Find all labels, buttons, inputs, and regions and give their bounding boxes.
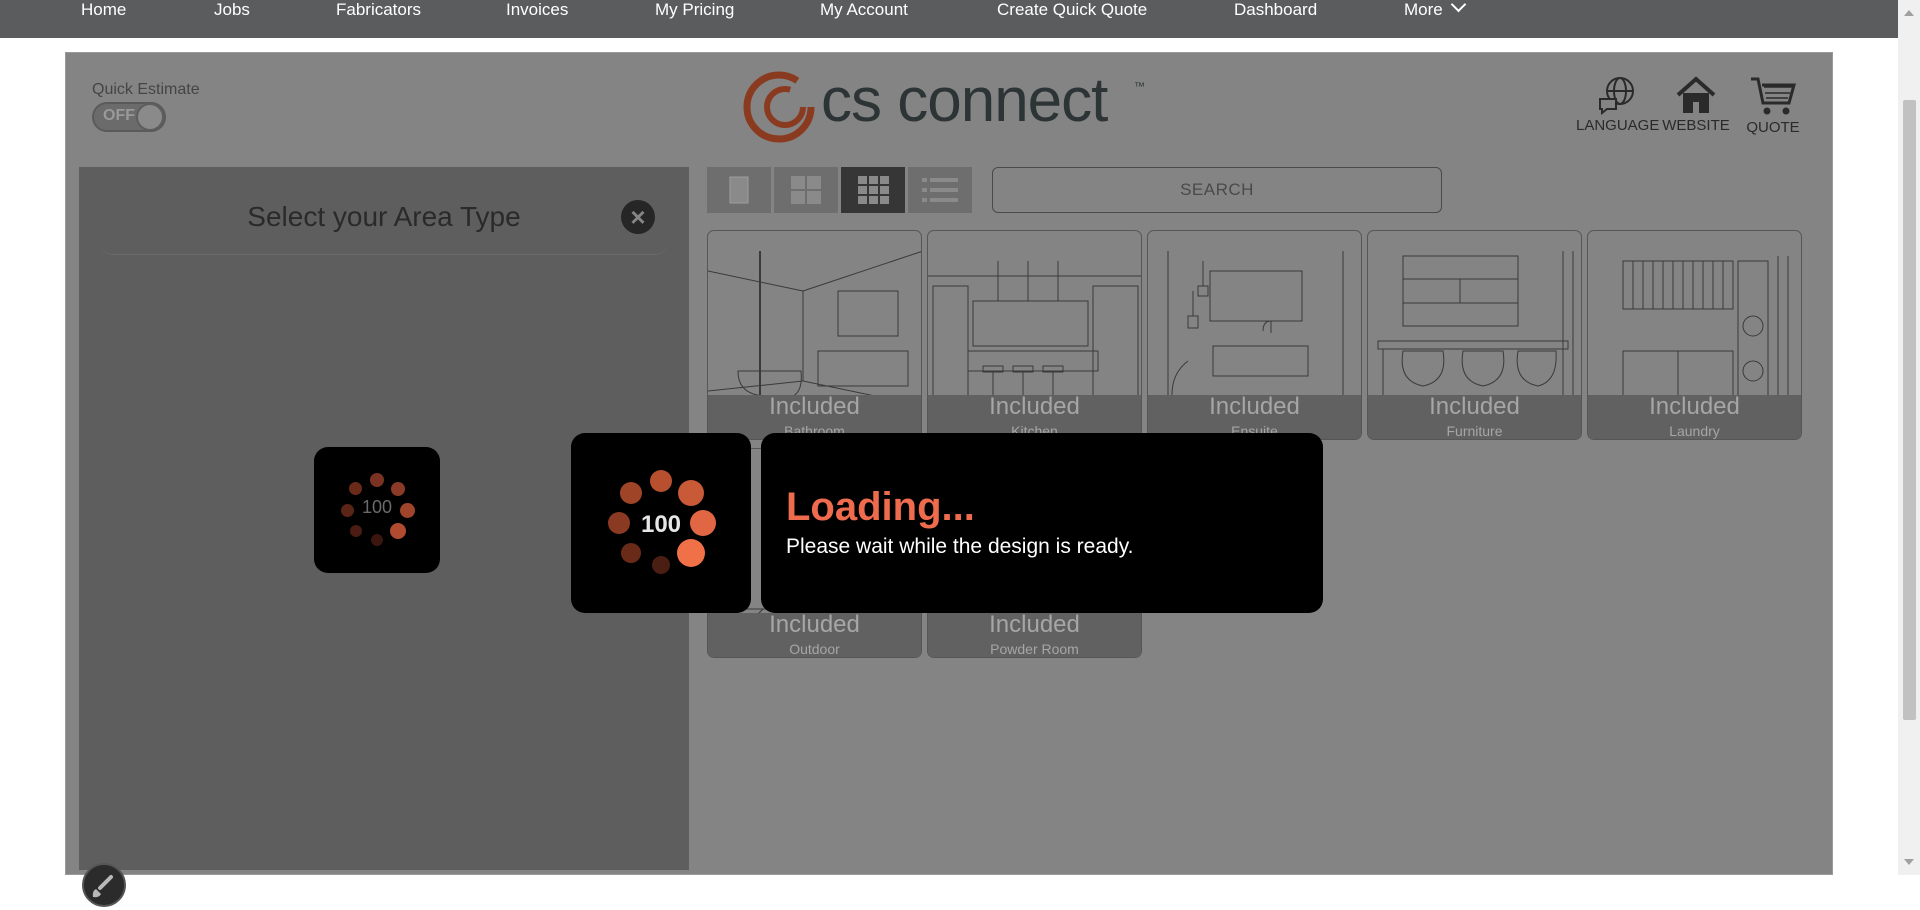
- nav-more-label: More: [1404, 0, 1443, 19]
- nav-item-invoices[interactable]: Invoices: [506, 0, 568, 20]
- nav-item-my-account[interactable]: My Account: [820, 0, 908, 20]
- small-grid-icon: [858, 176, 889, 204]
- nav-item-more[interactable]: More: [1404, 0, 1467, 20]
- loading-spinner-value: 100: [640, 511, 682, 538]
- tile-furniture[interactable]: Included Furniture: [1367, 230, 1582, 440]
- tile-status: Included: [989, 611, 1080, 638]
- scroll-down-arrow-icon[interactable]: [1904, 859, 1914, 865]
- website-button[interactable]: WEBSITE: [1656, 75, 1736, 134]
- close-icon[interactable]: ×: [621, 200, 655, 234]
- view-single-column-button[interactable]: [707, 167, 771, 213]
- language-button[interactable]: LANGUAGE: [1576, 75, 1660, 134]
- tile-status: Included: [989, 393, 1080, 420]
- page-scrollbar[interactable]: [1898, 0, 1920, 875]
- tile-bathroom[interactable]: Included Bathroom: [707, 230, 922, 440]
- loading-message: Please wait while the design is ready.: [786, 535, 1134, 558]
- search-button[interactable]: SEARCH: [992, 167, 1442, 213]
- language-label: LANGUAGE: [1576, 117, 1660, 134]
- spinner-dot: [621, 542, 642, 563]
- globe-chat-icon: [1599, 77, 1634, 115]
- spinner-dot: [650, 470, 672, 492]
- panel-loading-spinner: 100: [314, 447, 440, 573]
- spinner-dot: [349, 525, 362, 538]
- paint-brush-icon: [92, 875, 113, 898]
- tile-status: Included: [1649, 393, 1740, 420]
- paint-brush-button[interactable]: [82, 863, 126, 907]
- single-column-icon: [729, 176, 749, 204]
- loading-spinner: 100: [571, 433, 751, 613]
- view-large-grid-button[interactable]: [774, 167, 838, 213]
- loading-title: Loading...: [786, 485, 975, 529]
- nav-item-fabricators[interactable]: Fabricators: [336, 0, 421, 20]
- tile-name: Powder Room: [990, 641, 1079, 657]
- nav-item-jobs[interactable]: Jobs: [214, 0, 250, 20]
- spinner-dot: [390, 523, 407, 540]
- tile-name: Outdoor: [789, 641, 840, 657]
- nav-item-dashboard[interactable]: Dashboard: [1234, 0, 1317, 20]
- area-type-header: Select your Area Type ×: [99, 177, 669, 255]
- cs-swirl-icon: [743, 71, 815, 143]
- cs-connect-logo: cs connect ™: [741, 66, 1161, 143]
- logo-trademark: ™: [1134, 81, 1145, 93]
- toggle-knob: [136, 103, 164, 131]
- large-grid-icon: [791, 176, 821, 204]
- chevron-down-icon: [1450, 0, 1467, 13]
- toggle-state-text: OFF: [103, 107, 135, 124]
- tile-status: Included: [769, 611, 860, 638]
- quote-label: QUOTE: [1746, 119, 1800, 136]
- spinner-dot: [391, 481, 406, 496]
- tile-name: Furniture: [1446, 423, 1503, 439]
- tile-name: Laundry: [1669, 423, 1720, 439]
- spinner-dot: [676, 538, 705, 567]
- quick-estimate-toggle[interactable]: OFF: [92, 102, 166, 132]
- tile-status: Included: [1209, 393, 1300, 420]
- view-list-button[interactable]: [908, 167, 972, 213]
- view-small-grid-button[interactable]: [841, 167, 905, 213]
- scroll-thumb[interactable]: [1903, 100, 1916, 720]
- spinner-dot: [371, 534, 383, 546]
- quote-button[interactable]: QUOTE: [1733, 75, 1813, 136]
- loading-message-box: Loading... Please wait while the design …: [761, 433, 1323, 613]
- tile-ensuite[interactable]: Included Ensuite: [1147, 230, 1362, 440]
- tile-status: Included: [1429, 393, 1520, 420]
- home-icon: [1676, 76, 1716, 113]
- top-navigation: Home Jobs Fabricators Invoices My Pricin…: [0, 0, 1898, 38]
- spinner-dot: [349, 482, 363, 496]
- nav-item-create-quick-quote[interactable]: Create Quick Quote: [997, 0, 1147, 20]
- spinner-dot: [677, 480, 704, 507]
- spinner-dot: [652, 556, 670, 574]
- panel-spinner-value: 100: [361, 497, 393, 517]
- scroll-up-arrow-icon[interactable]: [1904, 10, 1914, 16]
- logo-wordmark: cs connect: [821, 66, 1108, 135]
- spinner-dot: [370, 473, 384, 487]
- list-icon: [922, 178, 958, 202]
- quick-estimate-label: Quick Estimate: [92, 81, 200, 98]
- tile-kitchen[interactable]: Included Kitchen: [927, 230, 1142, 440]
- area-type-title: Select your Area Type: [247, 201, 521, 232]
- tile-status: Included: [769, 393, 860, 420]
- shopping-cart-icon: [1751, 77, 1796, 115]
- nav-item-my-pricing[interactable]: My Pricing: [655, 0, 734, 20]
- website-label: WEBSITE: [1662, 117, 1730, 134]
- spinner-dot: [620, 482, 643, 505]
- nav-item-home[interactable]: Home: [81, 0, 126, 20]
- tile-laundry[interactable]: Included Laundry: [1587, 230, 1802, 440]
